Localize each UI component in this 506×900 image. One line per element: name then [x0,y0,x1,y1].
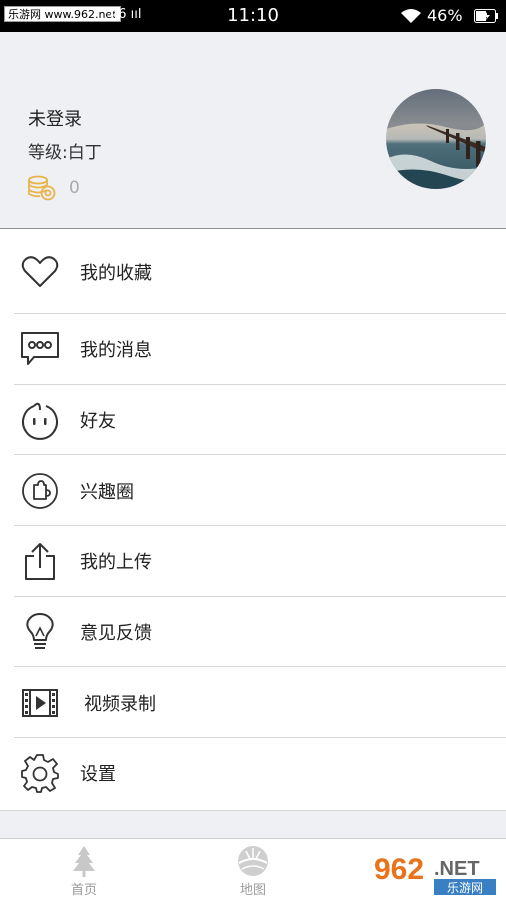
tab-label: 首页 [70,883,97,898]
svg-text:.NET: .NET [434,858,480,880]
menu-item-label: 兴趣圈 [80,481,134,503]
profile-header[interactable]: 未登录 等级:白丁 0 [0,32,506,229]
menu-item-interest-circle[interactable]: 兴趣圈 [0,455,506,527]
film-icon [22,688,58,717]
puzzle-circle-icon [22,472,58,509]
menu-item-label: 我的收藏 [80,263,152,284]
battery-percent: 46% [427,6,463,25]
menu-item-feedback[interactable]: 意见反馈 [0,597,506,668]
wifi-icon [401,9,421,23]
menu-item-favorites[interactable]: 我的收藏 [0,230,506,314]
battery-icon [474,9,498,23]
tab-home[interactable]: 首页 [24,839,144,900]
menu-item-messages[interactable]: 我的消息 [0,314,506,385]
gear-icon [21,754,59,794]
tree-icon [73,846,95,877]
coin-icon [28,175,56,201]
menu-list: 我的收藏 我的消息 好友 兴趣圈 我的上传 意见反馈 视频录制 设置 [0,230,506,809]
coin-count: 0 [69,178,80,198]
heart-icon [21,256,59,287]
svg-text:962: 962 [374,853,424,886]
menu-item-label: 视频录制 [84,693,156,715]
menu-item-label: 设置 [80,764,116,786]
message-icon [21,332,59,366]
status-bar: 乐游网 www.962.net 46 ııl 11:10 46% [0,0,506,32]
username[interactable]: 未登录 [28,105,82,131]
tab-map[interactable]: 地图 [193,839,313,900]
globe-icon [238,846,268,876]
menu-item-friends[interactable]: 好友 [0,385,506,456]
upload-icon [25,543,55,581]
menu-item-video-record[interactable]: 视频录制 [0,667,506,739]
menu-item-label: 我的消息 [80,340,152,362]
menu-item-label: 意见反馈 [80,623,152,645]
menu-item-settings[interactable]: 设置 [0,738,506,809]
menu-item-label: 好友 [80,411,116,433]
avatar[interactable] [386,89,486,189]
menu-item-label: 我的上传 [80,552,152,574]
section-spacer [0,810,506,838]
tab-label: 地图 [239,883,266,898]
friend-face-icon [22,402,58,440]
svg-text:乐游网: 乐游网 [447,881,483,895]
menu-item-uploads[interactable]: 我的上传 [0,526,506,597]
lightbulb-icon [26,613,54,650]
watermark-badge: 962 .NET 乐游网 [366,849,500,897]
user-level: 等级:白丁 [28,143,102,163]
